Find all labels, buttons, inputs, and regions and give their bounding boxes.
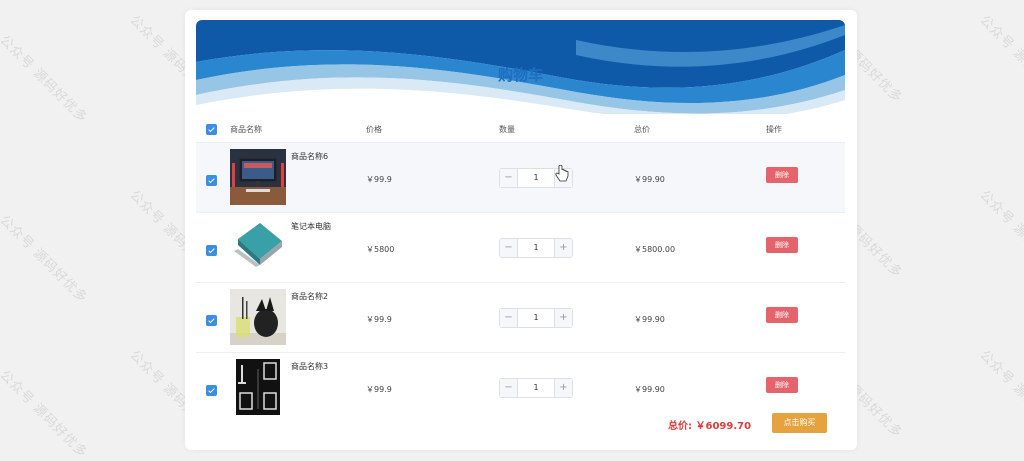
cart-total-label: 总价: [668,421,692,432]
increase-button[interactable]: + [554,169,572,187]
table-row: 商品名称3 ￥99.9 − 1 + ￥99.90 删除 [196,352,845,423]
laptop-photo-icon [230,219,286,275]
increase-button[interactable]: + [554,239,572,257]
select-all-checkbox[interactable] [206,124,217,135]
watermark: 公众号 源码好优多 [976,347,1024,442]
row-checkbox[interactable] [206,245,217,256]
page-title: 购物车 [497,66,543,84]
quantity-stepper[interactable]: − 1 + [499,238,573,258]
product-image[interactable] [230,289,286,345]
cart-card: 购物车 商品名称 价格 数量 总价 操作 商品名称6 ￥99.9 − 1 + ￥… [185,10,857,450]
product-image[interactable] [230,219,286,275]
product-image[interactable] [230,149,286,205]
quantity-stepper[interactable]: − 1 + [499,308,573,328]
product-price: ￥99.9 [366,385,392,394]
quantity-input[interactable]: 1 [518,239,554,257]
product-price: ￥99.9 [366,315,392,324]
cart-total: 总价: ￥6099.70 [668,417,751,432]
table-row: 商品名称6 ￥99.9 − 1 + ￥99.90 删除 [196,142,845,213]
row-total: ￥5800.00 [634,245,676,254]
row-total: ￥99.90 [634,175,665,184]
decrease-button[interactable]: − [500,239,518,257]
quantity-input[interactable]: 1 [518,309,554,327]
row-checkbox[interactable] [206,385,217,396]
table-row: 笔记本电脑 ￥5800 − 1 + ￥5800.00 删除 [196,212,845,283]
delete-button[interactable]: 删除 [766,167,798,183]
header-quantity: 数量 [499,125,515,134]
row-total: ￥99.90 [634,315,665,324]
watermark: 公众号 源码好优多 [0,367,91,461]
row-checkbox[interactable] [206,175,217,186]
quantity-stepper[interactable]: − 1 + [499,168,573,188]
quantity-stepper[interactable]: − 1 + [499,378,573,398]
product-image[interactable] [236,359,280,415]
delete-button[interactable]: 删除 [766,377,798,393]
watermark: 公众号 源码好优多 [0,32,91,127]
quantity-input[interactable]: 1 [518,379,554,397]
watermark: 公众号 源码好优多 [976,12,1024,107]
table-row: 商品名称2 ￥99.9 − 1 + ￥99.90 删除 [196,282,845,353]
product-name: 商品名称2 [291,292,329,301]
header-total: 总价 [634,125,650,134]
cart-total-value: ￥6099.70 [695,421,752,432]
table-header: 商品名称 价格 数量 总价 操作 [196,114,845,142]
product-price: ￥5800 [366,245,395,254]
book-cover-photo-icon [236,359,280,415]
product-price: ￥99.9 [366,175,392,184]
product-name: 商品名称3 [291,362,329,371]
watermark: 公众号 源码好优多 [0,212,91,307]
row-checkbox[interactable] [206,315,217,326]
delete-button[interactable]: 删除 [766,307,798,323]
increase-button[interactable]: + [554,309,572,327]
watermark: 公众号 源码好优多 [976,187,1024,282]
product-name: 商品名称6 [291,152,329,161]
row-total: ￥99.90 [634,385,665,394]
header-price: 价格 [366,125,382,134]
decrease-button[interactable]: − [500,379,518,397]
increase-button[interactable]: + [554,379,572,397]
buy-button[interactable]: 点击购买 [772,413,827,433]
quantity-input[interactable]: 1 [518,169,554,187]
delete-button[interactable]: 删除 [766,237,798,253]
decrease-button[interactable]: − [500,309,518,327]
product-name: 笔记本电脑 [291,222,331,231]
header-name: 商品名称 [230,125,262,134]
header-action: 操作 [766,125,782,134]
monitor-desk-photo-icon [230,149,286,205]
cart-banner: 购物车 [196,20,845,114]
pen-holder-photo-icon [230,289,286,345]
decrease-button[interactable]: − [500,169,518,187]
